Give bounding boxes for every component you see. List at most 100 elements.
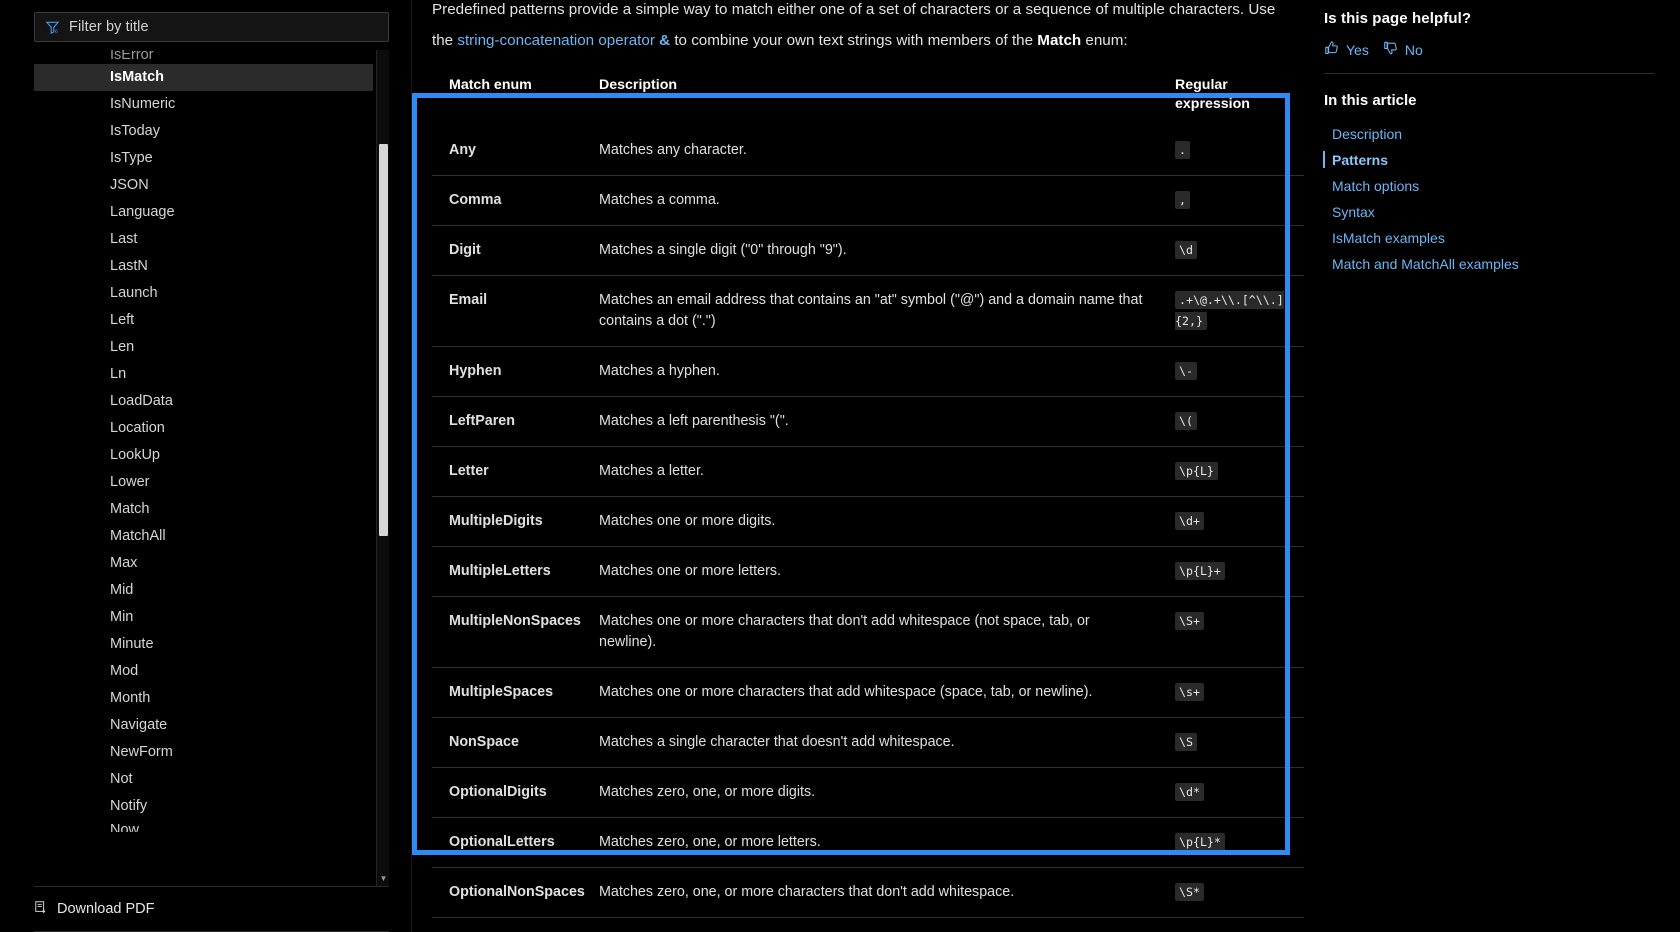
cell-regex: \d — [1158, 225, 1304, 276]
sidebar-item-launch[interactable]: Launch — [34, 280, 373, 307]
cell-description: Matches zero, one, or more letters. — [582, 817, 1158, 868]
sidebar-scrollbar[interactable]: ▼ — [376, 50, 389, 886]
feedback-yes-button[interactable]: Yes — [1324, 40, 1375, 59]
sidebar-item-matchall[interactable]: MatchAll — [34, 523, 373, 550]
scroll-down-icon[interactable]: ▼ — [377, 871, 389, 885]
sidebar-item-lower[interactable]: Lower — [34, 469, 373, 496]
intro-paragraph: Predefined patterns provide a simple way… — [416, 0, 1312, 56]
cell-regex: \S* — [1158, 867, 1304, 918]
intro-text-2: to combine your own text strings with me… — [670, 32, 1038, 49]
regex-code: \p{L}* — [1175, 833, 1225, 851]
sidebar-item-last[interactable]: Last — [34, 226, 373, 253]
sidebar-item-min[interactable]: Min — [34, 604, 373, 631]
sidebar-item-iserror[interactable]: IsError — [34, 50, 373, 64]
sidebar-footer: Download PDF — [34, 886, 389, 931]
regex-code: .+\@.+\\.[^\\.]{2,} — [1175, 291, 1284, 330]
cell-description: Matches an email address that contains a… — [582, 275, 1158, 347]
toc-item-syntax[interactable]: Syntax — [1324, 199, 1654, 225]
cell-enum: OptionalSpaces — [432, 917, 582, 932]
download-pdf-label: Download PDF — [57, 901, 155, 917]
string-concatenation-link[interactable]: string-concatenation operator — [457, 32, 655, 49]
regex-code: \s+ — [1175, 683, 1204, 701]
cell-regex: \s+ — [1158, 667, 1304, 718]
sidebar-item-istoday[interactable]: IsToday — [34, 118, 373, 145]
feedback-no-button[interactable]: No — [1383, 40, 1429, 59]
cell-description: Matches a single character that doesn't … — [582, 717, 1158, 768]
table-row: Letter Matches a letter. \p{L} — [432, 446, 1304, 497]
sidebar-item-istype[interactable]: IsType — [34, 145, 373, 172]
table-row: OptionalSpaces Matches zero, one, or mor… — [432, 917, 1304, 932]
pdf-icon — [34, 900, 48, 918]
cell-enum: NonSpace — [432, 717, 582, 768]
right-panel: Is this page helpful? Yes No In this art… — [1312, 0, 1680, 932]
ampersand-link[interactable]: & — [659, 32, 670, 49]
sidebar-item-now[interactable]: Now — [34, 820, 373, 832]
regex-code: \p{L} — [1175, 462, 1218, 480]
sidebar-item-match[interactable]: Match — [34, 496, 373, 523]
table-row: Email Matches an email address that cont… — [432, 275, 1304, 347]
cell-description: Matches a comma. — [582, 175, 1158, 226]
column-header-regular-expression: Regular expression — [1175, 77, 1250, 112]
cell-regex: \d* — [1158, 767, 1304, 818]
table-header-row: Match enum Description Regular expressio… — [432, 72, 1304, 126]
table-of-contents: Description Patterns Match options Synta… — [1323, 121, 1654, 277]
download-pdf-button[interactable]: Download PDF — [34, 887, 389, 931]
cell-description: Matches a letter. — [582, 446, 1158, 497]
regex-code: \S — [1175, 733, 1197, 751]
cell-regex: . — [1158, 126, 1304, 176]
feedback-controls: Yes No — [1324, 40, 1654, 73]
toc-item-description[interactable]: Description — [1324, 121, 1654, 147]
cell-enum: MultipleSpaces — [432, 667, 582, 718]
sidebar-item-left[interactable]: Left — [34, 307, 373, 334]
column-header-match-enum: Match enum — [449, 77, 532, 93]
sidebar-item-minute[interactable]: Minute — [34, 631, 373, 658]
regex-code: \S* — [1175, 883, 1204, 901]
toc-item-match-options[interactable]: Match options — [1324, 173, 1654, 199]
sidebar-item-location[interactable]: Location — [34, 415, 373, 442]
sidebar-item-max[interactable]: Max — [34, 550, 373, 577]
cell-enum: OptionalNonSpaces — [432, 867, 585, 918]
cell-regex: \s* — [1158, 917, 1304, 932]
cell-description: Matches one or more characters that don'… — [582, 596, 1158, 668]
sidebar-item-month[interactable]: Month — [34, 685, 373, 712]
sidebar-item-mid[interactable]: Mid — [34, 577, 373, 604]
sidebar-item-not[interactable]: Not — [34, 766, 373, 793]
table-row: MultipleNonSpaces Matches one or more ch… — [432, 596, 1304, 668]
table-row: OptionalLetters Matches zero, one, or mo… — [432, 817, 1304, 868]
sidebar-item-ismatch[interactable]: IsMatch — [34, 64, 373, 91]
sidebar-scrollbar-thumb[interactable] — [379, 144, 388, 536]
sidebar-item-language[interactable]: Language — [34, 199, 373, 226]
cell-description: Matches zero, one, or more characters th… — [582, 917, 1158, 932]
cell-enum: LeftParen — [432, 396, 582, 447]
table-row: NonSpace Matches a single character that… — [432, 717, 1304, 768]
sidebar-item-newform[interactable]: NewForm — [34, 739, 373, 766]
toc-item-match-and-matchall-examples[interactable]: Match and MatchAll examples — [1324, 251, 1654, 277]
cell-enum: Hyphen — [432, 346, 582, 397]
patterns-table-head: Match enum Description Regular expressio… — [432, 72, 1304, 126]
regex-code: \( — [1175, 412, 1197, 430]
sidebar-item-loaddata[interactable]: LoadData — [34, 388, 373, 415]
cell-regex: \d+ — [1158, 496, 1304, 547]
sidebar-item-json[interactable]: JSON — [34, 172, 373, 199]
cell-regex: \- — [1158, 346, 1304, 397]
cell-description: Matches one or more letters. — [582, 546, 1158, 597]
table-row: OptionalDigits Matches zero, one, or mor… — [432, 767, 1304, 818]
sidebar-item-navigate[interactable]: Navigate — [34, 712, 373, 739]
search-input[interactable]: 6 Filter by title — [34, 12, 389, 42]
cell-enum: Email — [432, 275, 582, 347]
sidebar-item-mod[interactable]: Mod — [34, 658, 373, 685]
sidebar-item-isnumeric[interactable]: IsNumeric — [34, 91, 373, 118]
toc-item-patterns[interactable]: Patterns — [1323, 147, 1654, 173]
sidebar-item-ln[interactable]: Ln — [34, 361, 373, 388]
cell-description: Matches one or more characters that add … — [582, 667, 1158, 718]
cell-description: Matches a single digit ("0" through "9")… — [582, 225, 1158, 276]
filter-container: 6 Filter by title — [0, 0, 411, 46]
sidebar-item-len[interactable]: Len — [34, 334, 373, 361]
sidebar-item-lookup[interactable]: LookUp — [34, 442, 373, 469]
regex-code: \S+ — [1175, 612, 1204, 630]
match-enum-bold: Match — [1037, 32, 1082, 49]
svg-text:6: 6 — [55, 29, 58, 35]
toc-item-ismatch-examples[interactable]: IsMatch examples — [1324, 225, 1654, 251]
sidebar-item-notify[interactable]: Notify — [34, 793, 373, 820]
sidebar-item-lastn[interactable]: LastN — [34, 253, 373, 280]
